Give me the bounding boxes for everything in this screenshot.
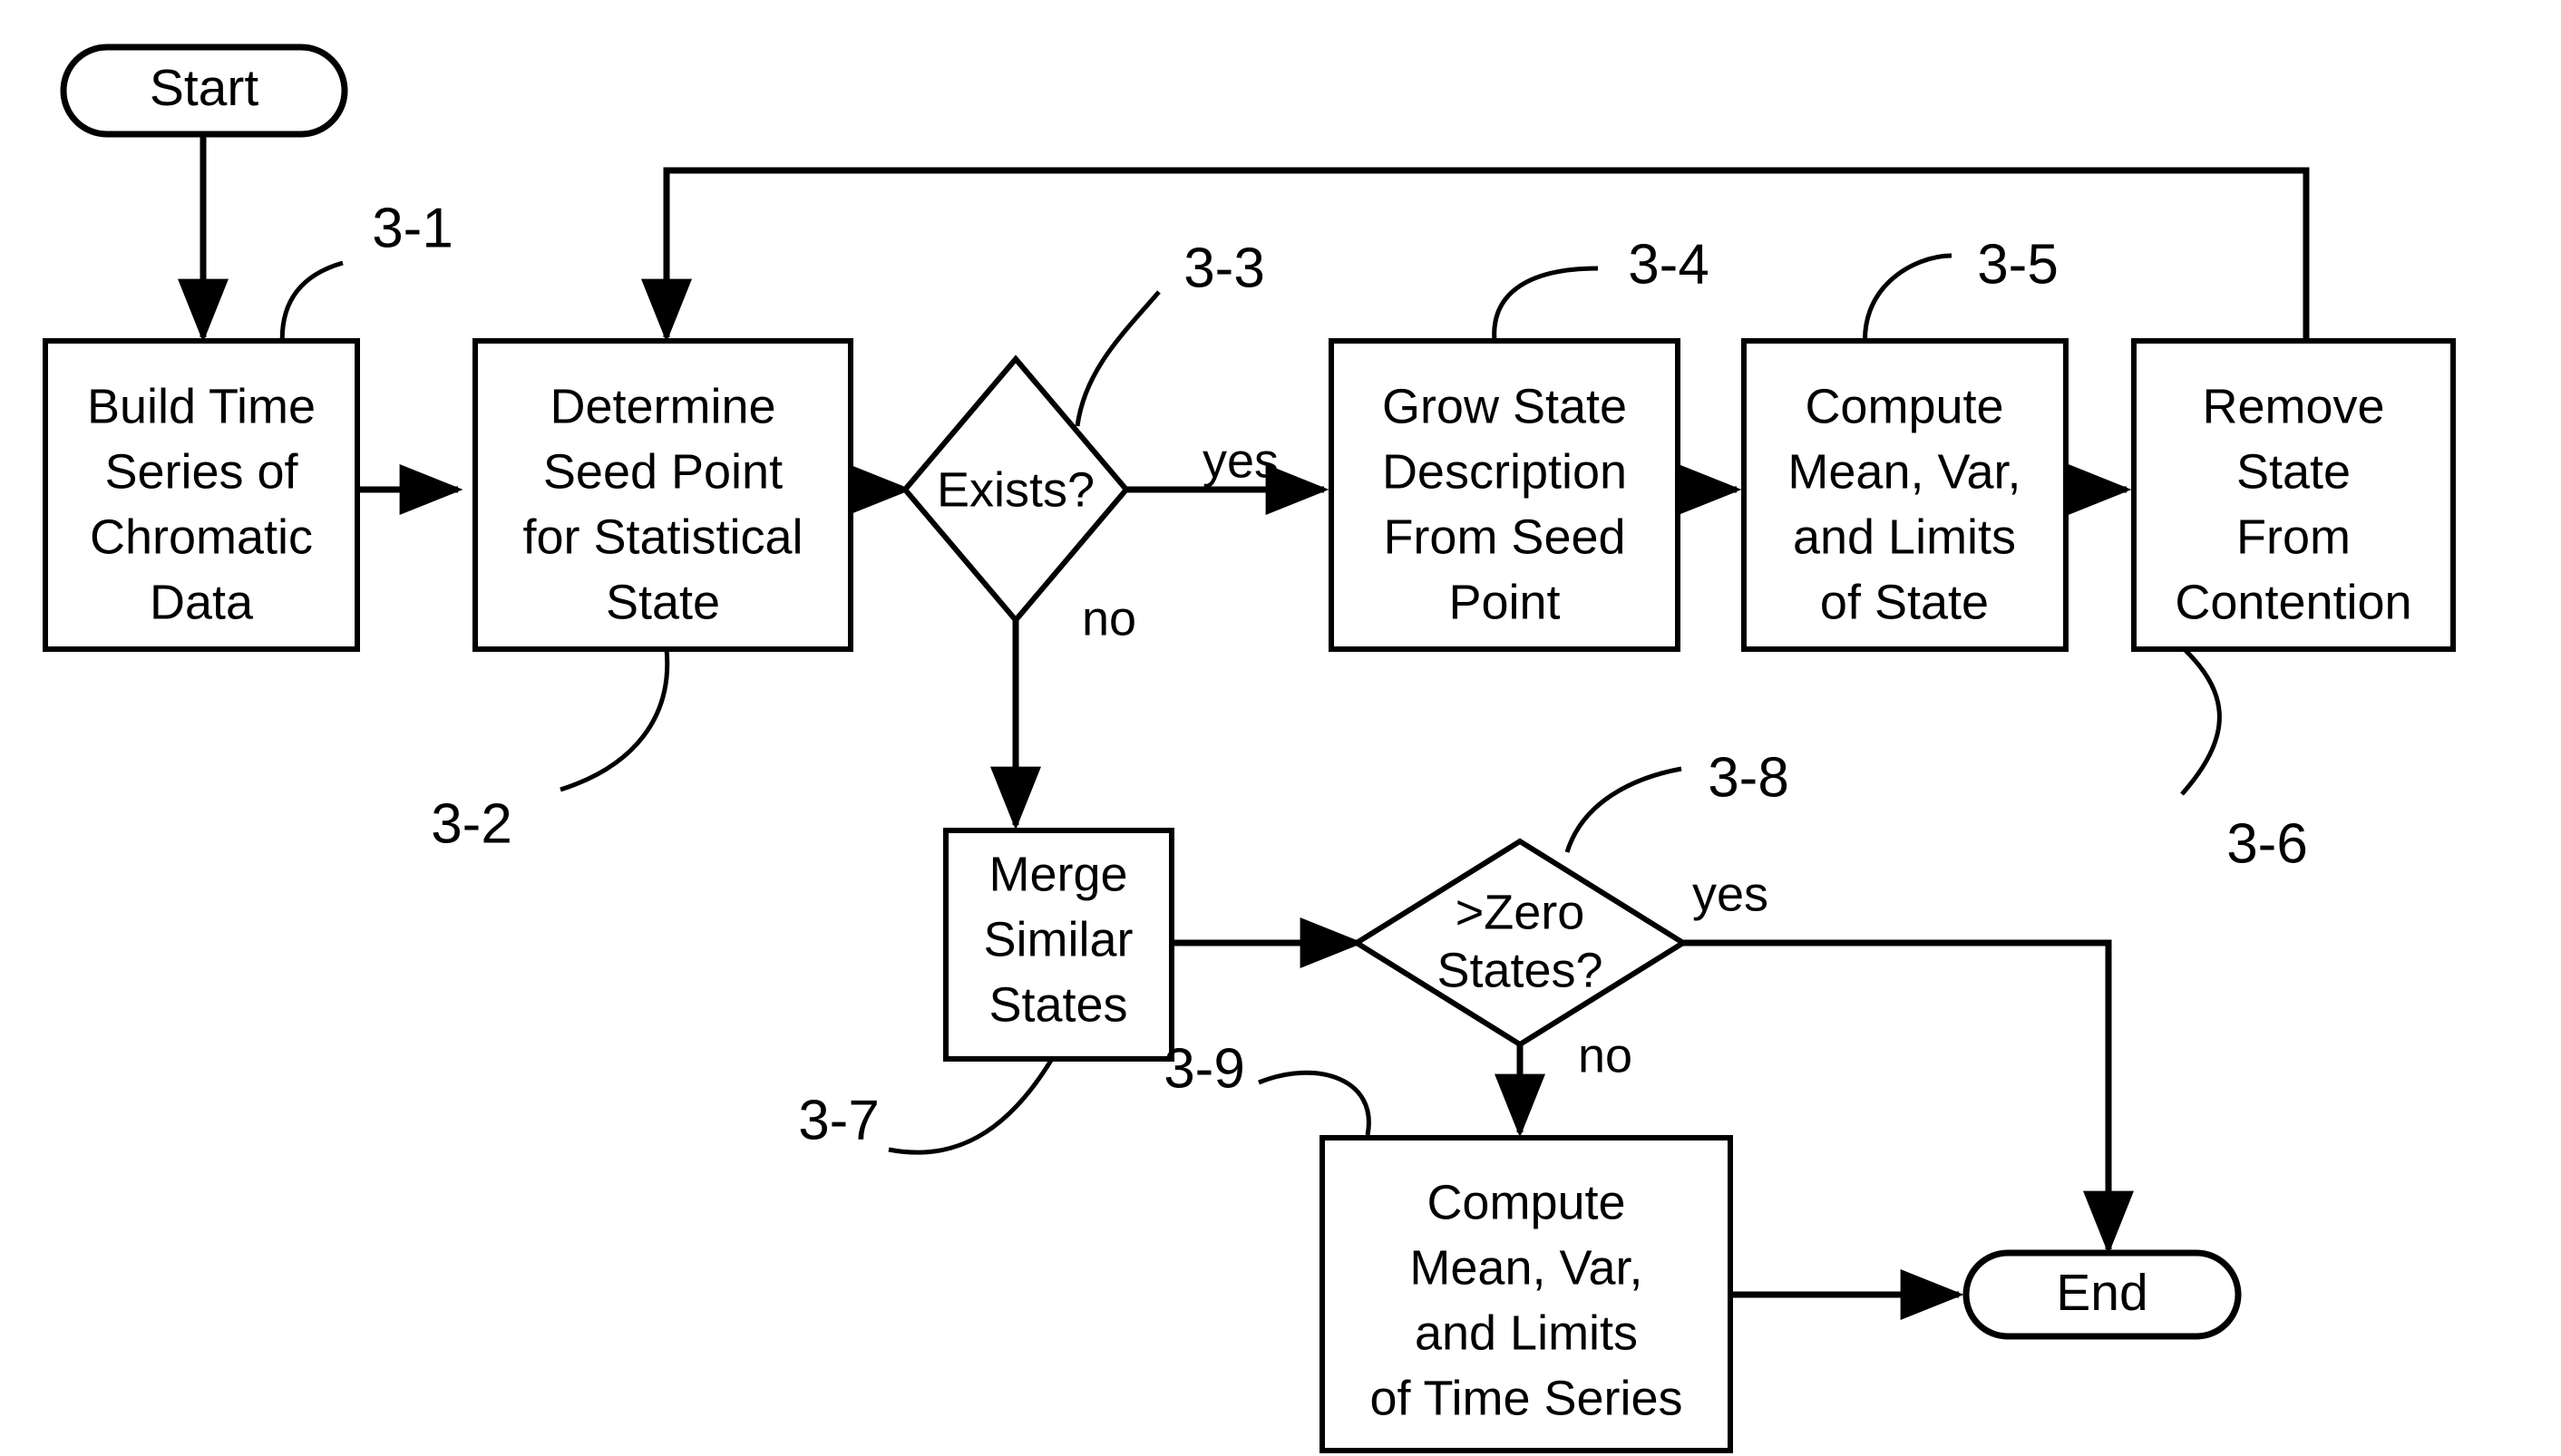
- grow-state-line-1: Grow State: [1382, 379, 1627, 433]
- remove-state-line-3: From: [2236, 510, 2351, 564]
- leader-3-6: [2175, 640, 2222, 796]
- node-determine-seed-point[interactable]: Determine Seed Point for Statistical Sta…: [472, 338, 853, 652]
- connector-feedback-remove-to-determine: [641, 167, 2310, 346]
- remove-state-line-2: State: [2236, 444, 2351, 499]
- grow-state-line-2: Description: [1382, 444, 1627, 499]
- end-label: End: [2056, 1264, 2147, 1322]
- reference-numeral-3-5: 3-5: [1977, 233, 2059, 296]
- leader-3-2: [560, 648, 670, 792]
- build-time-series-line-1: Build Time: [87, 379, 316, 433]
- compute-state-line-1: Compute: [1805, 379, 2003, 433]
- merge-similar-line-1: Merge: [988, 847, 1127, 901]
- edge-label-zero-states-yes: yes: [1692, 867, 1768, 921]
- flowchart-svg: Start Build Time Series of Chromatic Dat…: [43, 44, 2456, 1453]
- compute-series-line-3: and Limits: [1415, 1306, 1638, 1360]
- determine-seed-point-line-4: State: [606, 575, 720, 629]
- leader-3-3: [1075, 290, 1161, 427]
- merge-similar-line-3: States: [988, 977, 1127, 1032]
- merge-similar-line-2: Similar: [983, 912, 1133, 966]
- reference-numeral-3-4: 3-4: [1628, 233, 1709, 296]
- grow-state-line-3: From Seed: [1383, 510, 1625, 564]
- node-grow-state-description[interactable]: Grow State Description From Seed Point: [1329, 338, 1680, 652]
- node-end[interactable]: End: [1962, 1249, 2242, 1340]
- build-time-series-line-2: Series of: [104, 444, 298, 499]
- compute-state-line-2: Mean, Var,: [1787, 444, 2021, 499]
- build-time-series-line-4: Data: [150, 575, 254, 629]
- zero-states-line-1: >Zero: [1456, 885, 1585, 939]
- determine-seed-point-line-1: Determine: [550, 379, 775, 433]
- node-build-time-series[interactable]: Build Time Series of Chromatic Data: [43, 338, 360, 652]
- reference-numeral-3-1: 3-1: [372, 197, 453, 259]
- compute-series-line-2: Mean, Var,: [1409, 1240, 1642, 1295]
- determine-seed-point-line-3: for Statistical: [522, 510, 803, 564]
- compute-series-line-1: Compute: [1427, 1175, 1625, 1229]
- connector-zero-states-yes-to-end: [1682, 939, 2134, 1255]
- flowchart-canvas: Start Build Time Series of Chromatic Dat…: [0, 0, 2561, 1456]
- determine-seed-point-line-2: Seed Point: [543, 444, 783, 499]
- node-exists-decision[interactable]: Exists?: [901, 354, 1130, 625]
- start-label: Start: [150, 59, 259, 117]
- zero-states-line-2: States?: [1436, 943, 1602, 997]
- compute-state-line-4: of State: [1820, 575, 1989, 629]
- node-compute-series-stats[interactable]: Compute Mean, Var, and Limits of Time Se…: [1319, 1135, 1733, 1453]
- build-time-series-line-3: Chromatic: [90, 510, 313, 564]
- leader-3-8: [1564, 766, 1682, 853]
- edge-label-exists-yes: yes: [1203, 433, 1279, 488]
- reference-numeral-3-6: 3-6: [2226, 812, 2308, 875]
- node-remove-state[interactable]: Remove State From Contention: [2131, 338, 2456, 652]
- reference-numeral-3-8: 3-8: [1708, 746, 1789, 809]
- node-zero-states-decision[interactable]: >Zero States?: [1351, 838, 1689, 1048]
- reference-numeral-3-3: 3-3: [1183, 237, 1265, 299]
- compute-series-line-4: of Time Series: [1369, 1371, 1682, 1425]
- node-merge-similar-states[interactable]: Merge Similar States: [943, 828, 1174, 1062]
- compute-state-line-3: and Limits: [1793, 510, 2016, 564]
- reference-numeral-3-7: 3-7: [798, 1089, 880, 1151]
- edge-label-zero-states-no: no: [1578, 1028, 1632, 1082]
- node-compute-state-stats[interactable]: Compute Mean, Var, and Limits of State: [1741, 338, 2069, 652]
- reference-numeral-3-2: 3-2: [431, 792, 512, 855]
- exists-decision-label: Exists?: [937, 462, 1095, 517]
- node-start[interactable]: Start: [60, 44, 348, 138]
- grow-state-line-4: Point: [1448, 575, 1560, 629]
- leader-3-9: [1258, 1070, 1371, 1136]
- remove-state-line-1: Remove: [2202, 379, 2384, 433]
- remove-state-line-4: Contention: [2175, 575, 2411, 629]
- reference-numeral-3-9: 3-9: [1164, 1037, 1245, 1100]
- leader-3-7: [888, 1057, 1055, 1155]
- edge-label-exists-no: no: [1082, 591, 1136, 645]
